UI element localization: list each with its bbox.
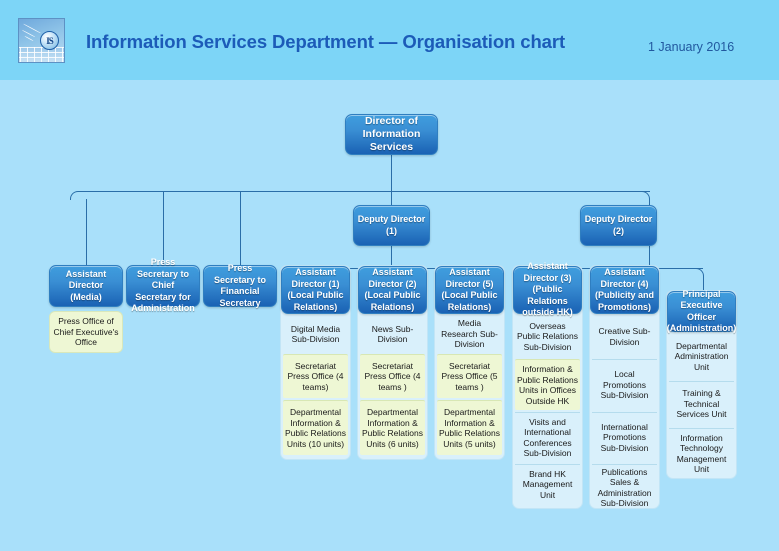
cell-label: Publications Sales & Administration Sub-… (597, 466, 652, 509)
node-assistant-director-5[interactable]: Assistant Director (5) (Local Public Rel… (435, 266, 504, 314)
cell-label: Information & Public Relations Units in … (517, 364, 578, 406)
chart-date: 1 January 2016 (648, 40, 735, 54)
cell-training-technical-services-unit[interactable]: Training & Technical Services Unit (669, 381, 734, 426)
cell-label: International Promotions Sub-Division (600, 421, 649, 453)
cell-local-promotions-sub-division[interactable]: Local Promotions Sub-Division (592, 359, 657, 410)
node-label: Assistant Director (Media) (65, 268, 107, 302)
cell-news-sub-division[interactable]: News Sub-Division (360, 316, 425, 352)
column-assistant-director-1: Assistant Director (1) (Local Public Rel… (280, 265, 351, 460)
node-assistant-director-3[interactable]: Assistant Director (3) (Public Relations… (513, 261, 582, 317)
cell-overseas-public-relations-sub-division[interactable]: Overseas Public Relations Sub-Division (515, 316, 580, 357)
connector-bus-left-corner (70, 191, 79, 200)
node-press-secretary-to-financial-secretary[interactable]: Press Secretary to Financial Secretary (203, 263, 277, 308)
cell-information-technology-management-unit[interactable]: Information Technology Management Unit (669, 428, 734, 478)
column-assistant-director-5: Assistant Director (5) (Local Public Rel… (434, 265, 505, 460)
cell-secretariat-press-office[interactable]: Secretariat Press Office (4 teams ) (360, 354, 425, 398)
org-chart-canvas: Director of Information Services Deputy … (0, 80, 779, 551)
page-header: IS Information Services Department — Org… (0, 0, 779, 80)
node-label: Assistant Director (2) (Local Public Rel… (364, 267, 421, 312)
node-label: Assistant Director (1) (Local Public Rel… (287, 267, 344, 312)
cell-label: Digital Media Sub-Division (290, 323, 341, 345)
cell-secretariat-press-office[interactable]: Secretariat Press Office (5 teams ) (437, 354, 502, 398)
cell-media-research-sub-division[interactable]: Media Research Sub-Division (437, 316, 502, 352)
node-label: Press Secretary to Chief Secretary for A… (131, 257, 195, 314)
node-label: Press Secretary to Financial Secretary (213, 263, 267, 308)
cell-label: Local Promotions Sub-Division (600, 369, 649, 401)
cell-departmental-information-public-relations-units[interactable]: Departmental Information & Public Relati… (283, 400, 348, 455)
node-label: Principal Executive Officer (Administrat… (666, 288, 737, 334)
cell-departmental-information-public-relations-units[interactable]: Departmental Information & Public Relati… (360, 400, 425, 455)
node-press-secretary-to-chief-secretary-for-administration[interactable]: Press Secretary to Chief Secretary for A… (126, 257, 200, 313)
column-principal-executive-officer: Principal Executive Officer (Administrat… (666, 288, 737, 479)
column-assistant-director-4: Assistant Director (4) (Publicity and Pr… (589, 265, 660, 509)
cell-label: News Sub-Division (371, 323, 414, 345)
node-press-office-of-chief-executives-office[interactable]: Press Office of Chief Executive's Office (49, 311, 123, 353)
cell-creative-sub-division[interactable]: Creative Sub-Division (592, 316, 657, 357)
cell-label: Visits and International Conferences Sub… (523, 416, 572, 459)
cell-label: Departmental Information & Public Relati… (362, 407, 423, 449)
cell-label: Media Research Sub-Division (441, 318, 498, 350)
connector-drop-deputy-1 (391, 191, 392, 205)
cell-departmental-information-public-relations-units[interactable]: Departmental Information & Public Relati… (437, 400, 502, 455)
cell-departmental-administration-unit[interactable]: Departmental Administration Unit (669, 334, 734, 379)
node-principal-executive-officer-administration[interactable]: Principal Executive Officer (Administrat… (666, 288, 737, 334)
cell-international-promotions-sub-division[interactable]: International Promotions Sub-Division (592, 412, 657, 462)
node-director-of-information-services[interactable]: Director of Information Services (345, 114, 438, 155)
node-deputy-director-1[interactable]: Deputy Director (1) (353, 205, 430, 246)
node-assistant-director-1[interactable]: Assistant Director (1) (Local Public Rel… (281, 266, 350, 314)
cell-label: Departmental Information & Public Relati… (439, 407, 500, 449)
cell-label: Departmental Information & Public Relati… (285, 407, 346, 449)
logo-monogram: IS (40, 31, 59, 50)
node-deputy-director-2[interactable]: Deputy Director (2) (580, 205, 657, 246)
node-label: Director of Information Services (362, 115, 421, 153)
cell-secretariat-press-office[interactable]: Secretariat Press Office (4 teams) (283, 354, 348, 398)
cell-information-public-relations-units-outside-hk[interactable]: Information & Public Relations Units in … (515, 359, 580, 410)
page-title: Information Services Department — Organi… (86, 31, 565, 52)
logo-grid-decoration (19, 47, 64, 62)
cell-label: Brand HK Management Unit (522, 468, 573, 500)
cell-label: Overseas Public Relations Sub-Division (517, 320, 578, 352)
node-assistant-director-4[interactable]: Assistant Director (4) (Publicity and Pr… (590, 266, 659, 314)
cell-label: Secretariat Press Office (4 teams) (287, 360, 344, 392)
node-label: Deputy Director (2) (584, 214, 653, 236)
connector-drop-assistant-director-media (86, 199, 87, 265)
node-label: Press Office of Chief Executive's Office (53, 316, 119, 348)
cell-label: Departmental Administration Unit (674, 340, 729, 372)
isd-logo-icon: IS (18, 18, 65, 63)
node-assistant-director-2[interactable]: Assistant Director (2) (Local Public Rel… (358, 266, 427, 314)
node-label: Assistant Director (4) (Publicity and Pr… (594, 267, 654, 312)
cell-digital-media-sub-division[interactable]: Digital Media Sub-Division (283, 316, 348, 352)
logo-streak-decoration (24, 35, 34, 42)
cell-label: Information Technology Management Unit (676, 432, 727, 475)
cell-brand-hk-management-unit[interactable]: Brand HK Management Unit (515, 464, 580, 504)
node-assistant-director-media[interactable]: Assistant Director (Media) (49, 265, 123, 307)
cell-label: Secretariat Press Office (5 teams ) (441, 360, 498, 392)
node-label: Deputy Director (1) (357, 214, 426, 236)
cell-label: Training & Technical Services Unit (676, 388, 727, 420)
node-label: Assistant Director (3) (Public Relations… (522, 261, 573, 318)
cell-label: Secretariat Press Office (4 teams ) (364, 360, 421, 392)
connector-root-down (391, 154, 392, 191)
cell-visits-and-international-conferences-sub-division[interactable]: Visits and International Conferences Sub… (515, 412, 580, 462)
connector-drop-press-secretary-fs (240, 191, 241, 265)
cell-publications-sales-administration-sub-division[interactable]: Publications Sales & Administration Sub-… (592, 464, 657, 510)
node-label: Assistant Director (5) (Local Public Rel… (441, 267, 498, 312)
column-assistant-director-3: Assistant Director (3) (Public Relations… (512, 261, 583, 509)
cell-label: Creative Sub-Division (598, 326, 651, 347)
connector-drop-press-secretary-cs (163, 191, 164, 265)
column-assistant-director-2: Assistant Director (2) (Local Public Rel… (357, 265, 428, 460)
